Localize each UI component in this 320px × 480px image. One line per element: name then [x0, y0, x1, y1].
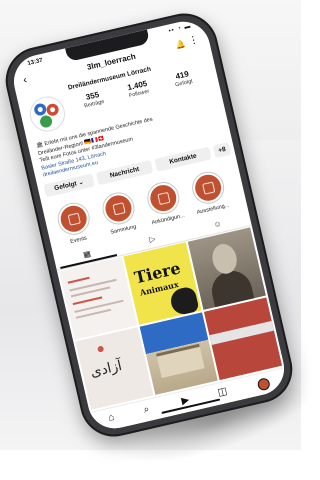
add-person-button[interactable]: +8	[212, 142, 232, 159]
post-graphic	[209, 320, 274, 345]
home-icon[interactable]: ⌂	[100, 410, 122, 425]
status-time: 13:37	[27, 57, 44, 68]
shop-icon[interactable]: ◫	[212, 385, 234, 400]
post-graphic	[67, 276, 90, 284]
highlight-cover	[147, 182, 179, 214]
highlight-cover	[192, 172, 224, 204]
post-thumbnail[interactable]	[187, 227, 266, 310]
post-graphic	[72, 296, 103, 306]
post-graphic	[97, 345, 105, 353]
post-script-text: آزادی	[88, 357, 124, 381]
highlight-label: Ankündigun...	[151, 212, 186, 227]
profile-avatar-icon[interactable]	[256, 377, 271, 392]
highlight-exhibitions[interactable]: Ausstellung...	[187, 168, 231, 216]
more-options-icon[interactable]: ⋮	[188, 34, 200, 47]
avatar[interactable]	[26, 92, 69, 135]
megaphone-icon	[156, 191, 170, 205]
collection-icon	[111, 201, 126, 216]
highlight-label: Sammlung	[109, 223, 137, 236]
stat-posts[interactable]: 355 Beiträge	[70, 87, 116, 112]
search-icon[interactable]: ⌕	[136, 402, 158, 417]
highlight-ring	[144, 178, 183, 218]
highlight-ring	[54, 199, 93, 238]
stat-followers[interactable]: 1.405 Follower	[115, 76, 161, 101]
highlight-announcements[interactable]: Ankündigun...	[142, 178, 186, 226]
calendar-icon	[67, 212, 81, 226]
museum-logo-icon	[29, 96, 65, 132]
highlight-collection[interactable]: Sammlung	[97, 189, 141, 237]
status-icons: ▪▪ ◔ ▬	[168, 23, 193, 35]
exhibition-icon	[201, 181, 215, 195]
highlight-cover	[102, 192, 135, 225]
building-graphic	[156, 343, 205, 379]
highlight-label: Ausstellung...	[196, 202, 230, 216]
post-thumbnail[interactable]	[203, 297, 283, 381]
highlight-events[interactable]: Events	[53, 199, 97, 247]
highlight-ring	[99, 189, 138, 228]
stat-following[interactable]: 419 Gefolgt	[160, 66, 206, 91]
highlight-cover	[58, 203, 90, 235]
highlight-label: Events	[69, 235, 88, 246]
highlight-ring	[188, 168, 228, 207]
